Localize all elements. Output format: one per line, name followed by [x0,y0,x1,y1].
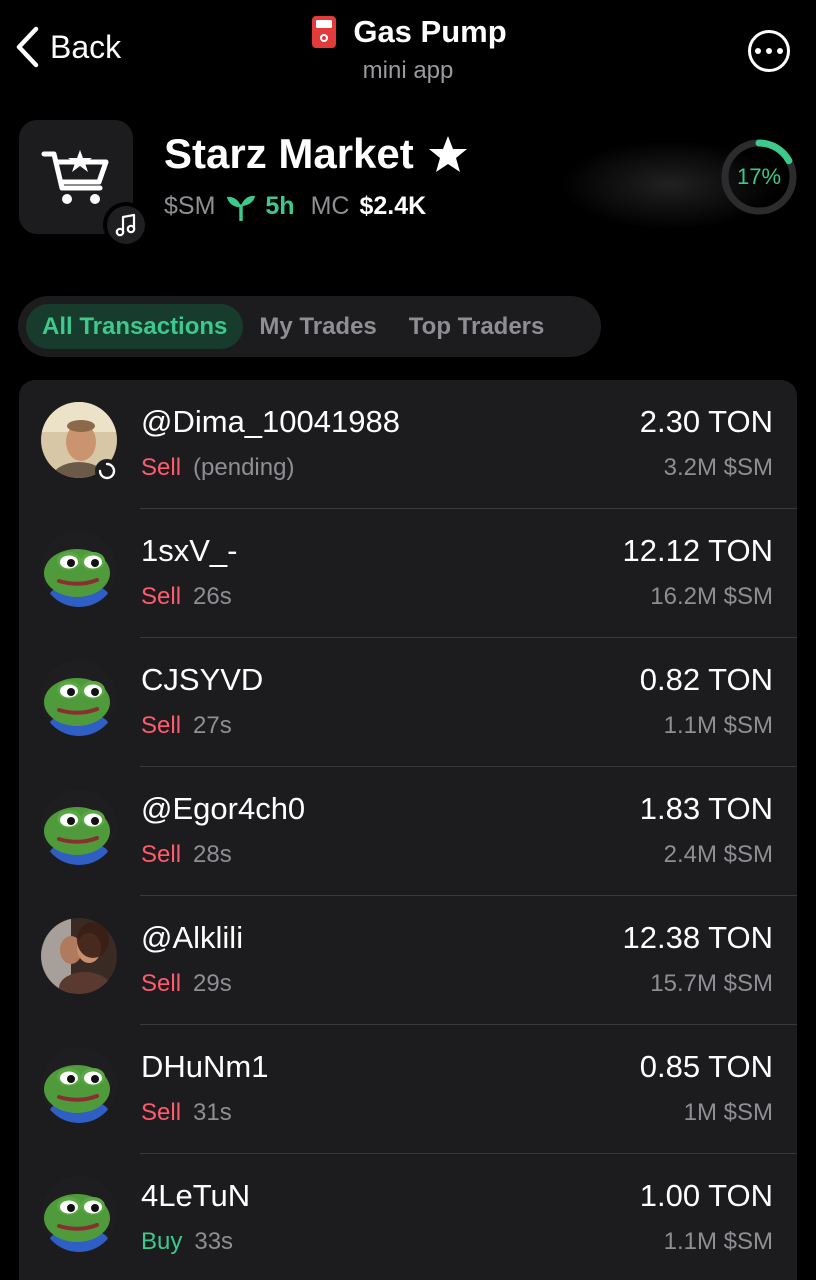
trade-time: 29s [193,970,232,997]
tab-my-trades[interactable]: My Trades [243,304,392,349]
transaction-row[interactable]: @Dima_10041988 Sell (pending) 2.30 TON 3… [19,380,797,509]
music-badge [103,202,149,248]
pending-spinner-icon [95,459,119,483]
trade-time: 26s [193,583,232,610]
trade-side: Sell [141,454,182,481]
trader-name: @Dima_10041988 [141,404,400,439]
more-icon-dot [777,48,783,54]
trade-time: 27s [193,712,232,739]
pepe-avatar-icon [41,789,117,865]
market-cap-label: MC [310,192,350,220]
token-header: Starz Market $SM 5h MC $2.4K 17% [0,110,816,260]
trade-token-amount: 3.2M $SM [663,454,773,481]
trade-time: 31s [193,1099,232,1126]
trade-side-time: Buy 33s [141,1228,233,1256]
avatar[interactable] [41,789,117,865]
transaction-row[interactable]: 1sxV_- Sell 26s 12.12 TON 16.2M $SM [19,509,797,638]
trade-side: Buy [141,1228,183,1255]
pepe-avatar-icon [41,1176,117,1252]
trade-side: Sell [141,970,182,997]
trade-ton-amount: 0.85 TON [639,1049,773,1084]
pepe-avatar-icon [41,531,117,607]
avatar[interactable] [41,1176,117,1252]
avatar[interactable] [41,918,117,994]
star-icon[interactable] [428,135,468,173]
trade-side-time: Sell 31s [141,1099,232,1127]
trade-side-time: Sell 26s [141,583,232,611]
trade-token-amount: 1.1M $SM [663,712,773,739]
more-icon-dot [766,48,772,54]
trade-token-amount: 16.2M $SM [650,583,773,610]
trade-side-time: Sell 27s [141,712,232,740]
trader-name: DHuNm1 [141,1049,269,1084]
music-note-icon [115,213,136,237]
pepe-avatar-icon [41,660,117,736]
trade-side: Sell [141,841,182,868]
trade-side: Sell [141,1099,182,1126]
avatar[interactable] [41,531,117,607]
trade-ton-amount: 1.83 TON [639,791,773,826]
pepe-avatar-icon [41,1047,117,1123]
trader-name: 1sxV_- [141,533,238,568]
trade-ton-amount: 0.82 TON [639,662,773,697]
trade-side: Sell [141,583,182,610]
trade-time: 33s [194,1228,234,1255]
transaction-row[interactable]: CJSYVD Sell 27s 0.82 TON 1.1M $SM [19,638,797,767]
transaction-row[interactable]: 4LeTuN Buy 33s 1.00 TON 1.1M $SM [19,1154,797,1280]
top-bar: Back Gas Pump mini app [0,0,816,100]
token-meta: $SM 5h MC $2.4K [164,192,426,221]
trade-ton-amount: 1.00 TON [639,1178,773,1213]
token-name-text: Starz Market [164,130,414,177]
trade-side: Sell [141,712,182,739]
trade-ton-amount: 2.30 TON [639,404,773,439]
trade-time: 28s [193,841,232,868]
app-title-block: Gas Pump mini app [0,14,816,85]
avatar[interactable] [41,1047,117,1123]
token-age: 5h [265,192,295,220]
trade-side-time: Sell 29s [141,970,232,998]
market-cap-value: $2.4K [359,192,427,220]
transaction-list: @Dima_10041988 Sell (pending) 2.30 TON 3… [19,380,797,1280]
more-icon-dot [755,48,761,54]
trader-name: 4LeTuN [141,1178,251,1213]
trade-side-time: Sell (pending) [141,454,294,482]
trade-token-amount: 1.1M $SM [663,1228,773,1255]
trade-ton-amount: 12.38 TON [622,920,773,955]
trade-side-time: Sell 28s [141,841,232,869]
app-subtitle: mini app [362,57,454,84]
app-title: Gas Pump [353,14,507,49]
tab-top-traders[interactable]: Top Traders [393,304,561,349]
trade-token-amount: 1M $SM [683,1099,773,1126]
token-name: Starz Market [164,130,468,178]
transaction-row[interactable]: @Alklili Sell 29s 12.38 TON 15.7M $SM [19,896,797,1025]
trade-token-amount: 15.7M $SM [650,970,773,997]
trade-ton-amount: 12.12 TON [622,533,773,568]
tab-all-transactions[interactable]: All Transactions [26,304,244,349]
trade-time: (pending) [193,454,295,481]
user-photo-avatar [41,918,117,994]
trader-name: @Egor4ch0 [141,791,306,826]
transaction-row[interactable]: DHuNm1 Sell 31s 0.85 TON 1M $SM [19,1025,797,1154]
trader-name: CJSYVD [141,662,264,697]
token-ticker: $SM [164,192,216,220]
bonding-progress-label: 17% [736,164,782,189]
transaction-row[interactable]: @Egor4ch0 Sell 28s 1.83 TON 2.4M $SM [19,767,797,896]
trader-name: @Alklili [141,920,244,955]
fuel-pump-icon [312,16,337,48]
sprout-icon [227,195,256,221]
trade-token-amount: 2.4M $SM [663,841,773,868]
more-button[interactable] [748,30,790,72]
shopping-cart-star-icon [41,150,109,204]
transaction-tabs: All Transactions My Trades Top Traders [18,296,601,357]
avatar[interactable] [41,660,117,736]
